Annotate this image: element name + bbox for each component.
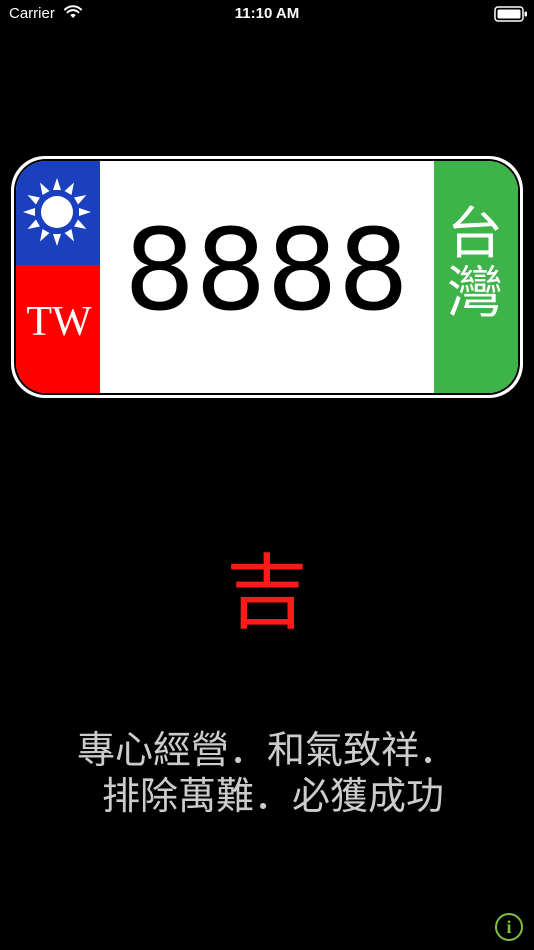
license-plate: 8888 TW 台灣 xyxy=(10,155,524,399)
info-icon: i xyxy=(506,917,512,937)
fortune-poem-line-1: 專心經營．和氣致祥． xyxy=(76,728,457,772)
info-button[interactable]: i xyxy=(495,913,523,941)
status-bar: Carrier 11:10 AM xyxy=(0,0,534,28)
battery-icon xyxy=(494,6,527,22)
fortune-verdict: 吉 xyxy=(225,546,308,641)
plate-region: 台灣 xyxy=(447,202,503,327)
plate-number: 8888 xyxy=(123,206,410,336)
fortune-poem: 專心經營．和氣致祥． 排除萬難．必獲成功 xyxy=(0,728,534,819)
status-time: 11:10 AM xyxy=(234,5,300,22)
plate-country-code: TW xyxy=(26,299,92,345)
fortune-poem-line-2: 排除萬難．必獲成功 xyxy=(89,773,445,818)
